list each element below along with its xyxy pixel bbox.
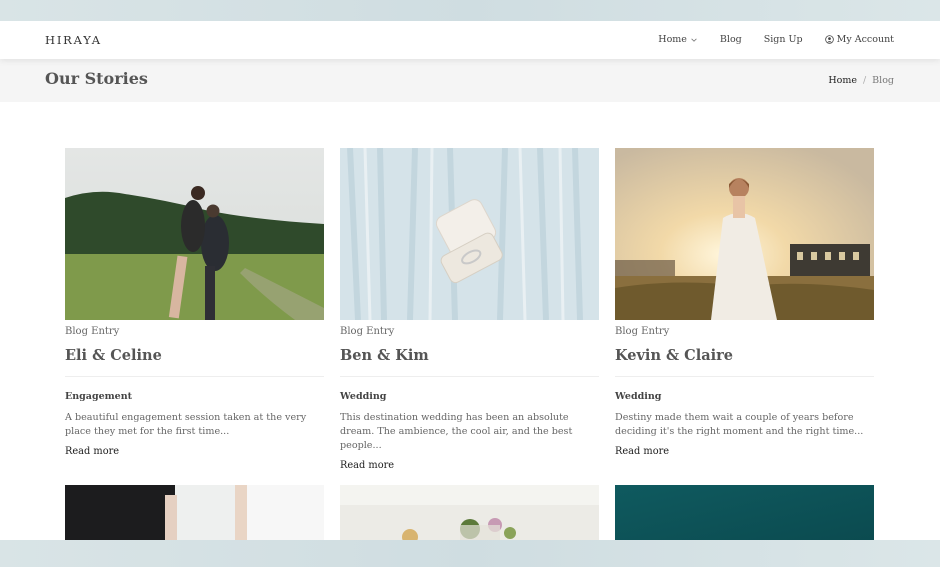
blog-card-category: Engagement xyxy=(65,391,133,402)
blog-card-title[interactable]: Kevin & Claire xyxy=(615,347,874,364)
blog-card-title[interactable]: Eli & Celine xyxy=(65,347,324,364)
blog-card-type: Blog Entry xyxy=(65,326,120,337)
blog-card-image[interactable] xyxy=(615,485,874,540)
breadcrumb: Home / Blog xyxy=(828,75,894,86)
nav-menu: Home Blog Sign Up My Account xyxy=(658,34,894,45)
nav-item-blog[interactable]: Blog xyxy=(720,34,742,45)
nav-item-home-label: Home xyxy=(658,34,687,45)
blog-card: Blog Entry Kevin & Claire Wedding Destin… xyxy=(615,148,874,457)
card-divider xyxy=(340,376,599,377)
read-more-link[interactable]: Read more xyxy=(615,446,874,457)
flowers-photo xyxy=(340,485,599,540)
ring-box-photo xyxy=(340,148,599,320)
top-navbar: HIRAYA Home Blog Sign Up My Account xyxy=(0,21,940,59)
nav-item-home[interactable]: Home xyxy=(658,34,698,45)
blog-card-description: This destination wedding has been an abs… xyxy=(340,412,573,451)
browser-viewport: HIRAYA Home Blog Sign Up My Account Our … xyxy=(0,21,940,540)
nav-item-my-account[interactable]: My Account xyxy=(824,34,894,45)
card-divider xyxy=(65,376,324,377)
chevron-down-icon xyxy=(691,38,697,42)
blog-card-description: Destiny made them wait a couple of years… xyxy=(615,412,864,437)
couple-hands-photo xyxy=(65,485,324,540)
blog-card: Blog Entry Eli & Celine Engagement A bea… xyxy=(65,148,324,457)
blog-card-image[interactable] xyxy=(340,485,599,540)
blog-card-type: Blog Entry xyxy=(615,326,670,337)
nav-item-my-account-label: My Account xyxy=(836,34,894,45)
ocean-photo xyxy=(615,485,874,540)
blog-card-description: A beautiful engagement session taken at … xyxy=(65,412,307,437)
nav-item-blog-label: Blog xyxy=(719,34,742,45)
nav-item-signup-label: Sign Up xyxy=(763,34,803,45)
blog-card-image[interactable] xyxy=(65,485,324,540)
page-header: Our Stories Home / Blog xyxy=(0,59,940,102)
blog-card-image[interactable] xyxy=(65,148,324,320)
card-divider xyxy=(615,376,874,377)
couple-photo xyxy=(65,148,324,320)
breadcrumb-separator: / xyxy=(862,75,867,86)
breadcrumb-home-link[interactable]: Home xyxy=(828,75,857,86)
blog-card-category: Wedding xyxy=(615,391,662,402)
bride-photo xyxy=(615,148,874,320)
breadcrumb-current: Blog xyxy=(872,75,894,86)
blog-card-image[interactable] xyxy=(340,148,599,320)
blog-card: Blog Entry Ben & Kim Wedding This destin… xyxy=(340,148,599,471)
blog-card-title[interactable]: Ben & Kim xyxy=(340,347,599,364)
blog-card-image[interactable] xyxy=(615,148,874,320)
brand-logo[interactable]: HIRAYA xyxy=(45,33,102,47)
user-circle-icon xyxy=(824,35,834,44)
blog-card-type: Blog Entry xyxy=(340,326,395,337)
page-title: Our Stories xyxy=(45,69,148,88)
read-more-link[interactable]: Read more xyxy=(340,460,599,471)
nav-item-signup[interactable]: Sign Up xyxy=(764,34,803,45)
blog-card-category: Wedding xyxy=(340,391,387,402)
read-more-link[interactable]: Read more xyxy=(65,446,324,457)
